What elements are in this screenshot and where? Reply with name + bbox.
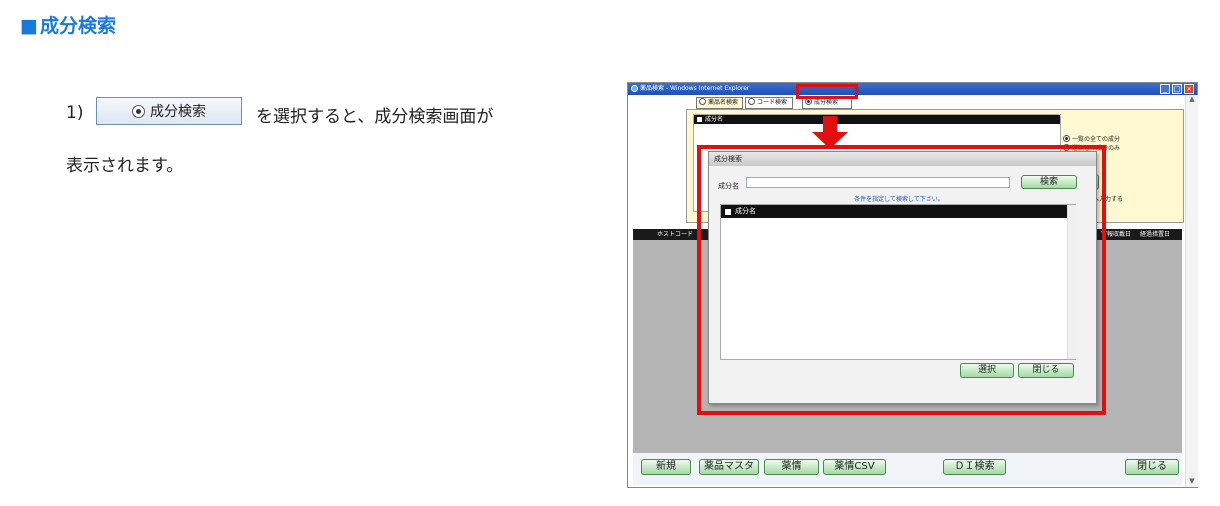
ingredient-search-tab-label: 成分検索 <box>150 104 206 120</box>
bottom-toolbar: 新規 薬品マスタ 薬情 薬情CSV ＤＩ検索 閉じる <box>633 453 1182 485</box>
radio-selected-icon <box>1063 135 1070 142</box>
ingredient-search-tab-sample[interactable]: 成分検索 <box>96 97 242 125</box>
tab-drug-name[interactable]: 薬品名検索 <box>696 97 743 109</box>
drug-info-button[interactable]: 薬情 <box>764 459 819 475</box>
highlight-tab-box <box>796 84 858 99</box>
window-title: 薬品検索 - Windows Internet Explorer <box>640 85 750 92</box>
radio-icon <box>748 98 755 105</box>
heading-square: ■ <box>20 15 38 37</box>
col-transition-date: 経過措置日 <box>1140 231 1171 238</box>
option-all-label: 一覧の全ての成分 <box>1072 136 1121 143</box>
tab-code-label: コード検索 <box>757 99 788 106</box>
step-number: 1) <box>66 103 84 123</box>
option-all[interactable]: 一覧の全ての成分 <box>1063 134 1120 143</box>
close-window-button[interactable]: × <box>1184 84 1194 94</box>
scroll-up-icon[interactable]: ▲ <box>1186 95 1198 103</box>
new-button[interactable]: 新規 <box>641 459 691 475</box>
drug-info-csv-button[interactable]: 薬情CSV <box>823 459 886 475</box>
heading-text: 成分検索 <box>39 15 116 37</box>
window-titlebar: 薬品検索 - Windows Internet Explorer _ □ × <box>628 83 1197 95</box>
radio-icon <box>699 98 706 105</box>
radio-selected-icon <box>805 98 812 105</box>
step-text-line1: を選択すると、成分検索画面が <box>256 107 494 127</box>
section-heading: ■ 成分検索 <box>20 11 116 38</box>
tab-ingredient-label: 成分検索 <box>814 99 839 106</box>
step-text-line2: 表示されます。 <box>66 156 184 176</box>
radio-selected-icon <box>132 104 145 118</box>
col-host-code: ホストコード <box>657 231 694 238</box>
close-button[interactable]: 閉じる <box>1125 459 1179 475</box>
highlight-dialog-box <box>697 145 1106 415</box>
tab-code[interactable]: コード検索 <box>745 97 793 109</box>
scroll-down-icon[interactable]: ▼ <box>1186 477 1198 485</box>
ingredient-list-header: 成分名 <box>694 115 1060 124</box>
window-scrollbar[interactable]: ▲ ▼ <box>1185 95 1198 487</box>
maximize-button[interactable]: □ <box>1172 84 1182 94</box>
ie-icon <box>631 85 638 92</box>
drug-master-button[interactable]: 薬品マスタ <box>699 459 759 475</box>
tab-drug-name-label: 薬品名検索 <box>708 99 739 106</box>
minimize-button[interactable]: _ <box>1160 84 1170 94</box>
di-search-button[interactable]: ＤＩ検索 <box>943 459 1006 475</box>
